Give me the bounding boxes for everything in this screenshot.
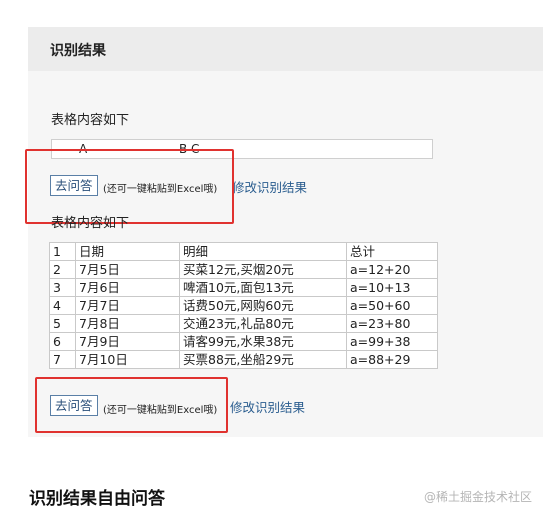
table-cell: 买票88元,坐船29元: [179, 350, 347, 369]
table-caption-2: 表格内容如下: [51, 216, 130, 231]
table-cell: 交通23元,礼品80元: [179, 314, 347, 333]
table-row: 3 7月6日 啤酒10元,面包13元 a=10+13: [49, 278, 438, 297]
table-cell: a=99+38: [346, 332, 438, 351]
table-cell: 总计: [346, 242, 438, 261]
table-cell: 4: [49, 296, 76, 315]
table-cell: a=50+60: [346, 296, 438, 315]
table-cell: 7月6日: [75, 278, 180, 297]
section-title: 识别结果自由问答: [29, 489, 165, 509]
table-caption-1: 表格内容如下: [51, 113, 130, 128]
result-table-2: 1 日期 明细 总计 2 7月5日 买菜12元,买烟20元 a=12+20 3 7月6日 啤酒10元…: [49, 242, 438, 369]
table-cell: 话费50元,网购60元: [179, 296, 347, 315]
table-cell: a=88+29: [346, 350, 438, 369]
watermark: @稀土掘金技术社区: [424, 490, 533, 504]
table-cell: 3: [49, 278, 76, 297]
edit-result-link-1[interactable]: 修改识别结果: [232, 177, 307, 196]
table-row: 5 7月8日 交通23元,礼品80元 a=23+80: [49, 314, 438, 333]
table-cell: 7月7日: [75, 296, 180, 315]
table-row: 2 7月5日 买菜12元,买烟20元 a=12+20: [49, 260, 438, 279]
table-cell: 明细: [179, 242, 347, 261]
table-cell: 7月8日: [75, 314, 180, 333]
panel-title: 识别结果: [50, 43, 106, 59]
highlight-box-2: [35, 377, 228, 433]
table-row: 6 7月9日 请客99元,水果38元 a=99+38: [49, 332, 438, 351]
table-cell: 5: [49, 314, 76, 333]
table-cell: 1: [49, 242, 76, 261]
table-cell: 7: [49, 350, 76, 369]
table-cell: 买菜12元,买烟20元: [179, 260, 347, 279]
table-cell: 6: [49, 332, 76, 351]
table-cell: 7月10日: [75, 350, 180, 369]
table-cell: 啤酒10元,面包13元: [179, 278, 347, 297]
table-row: 1 日期 明细 总计: [49, 242, 438, 261]
table-cell: 请客99元,水果38元: [179, 332, 347, 351]
panel-header: 识别结果: [28, 27, 543, 71]
table-cell: 7月5日: [75, 260, 180, 279]
table-cell: 2: [49, 260, 76, 279]
table-cell: a=12+20: [346, 260, 438, 279]
result-panel: 识别结果: [28, 27, 543, 437]
table-row: 7 7月10日 买票88元,坐船29元 a=88+29: [49, 350, 438, 369]
table-cell: a=23+80: [346, 314, 438, 333]
table-cell: 7月9日: [75, 332, 180, 351]
edit-result-link-2[interactable]: 修改识别结果: [230, 397, 305, 416]
table-cell: a=10+13: [346, 278, 438, 297]
table-row: 4 7月7日 话费50元,网购60元 a=50+60: [49, 296, 438, 315]
table-cell: 日期: [75, 242, 180, 261]
